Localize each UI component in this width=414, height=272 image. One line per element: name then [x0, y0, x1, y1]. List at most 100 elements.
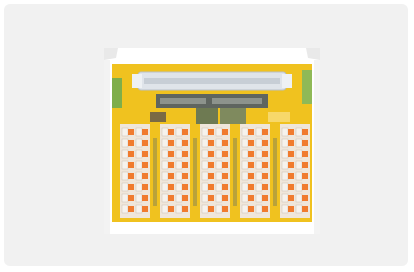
terminal-lever: [121, 127, 129, 137]
terminal-lever: [121, 182, 129, 192]
terminal-lever: [121, 149, 129, 159]
terminal-lever: [121, 160, 129, 170]
terminal-lever: [201, 127, 209, 137]
terminal-orange-clamp: [208, 173, 214, 179]
terminal-lever: [135, 138, 143, 148]
terminal-orange-clamp: [288, 162, 294, 168]
terminal-lever: [135, 149, 143, 159]
terminal-orange-clamp: [168, 173, 174, 179]
terminal-orange-clamp: [208, 206, 214, 212]
terminal-lever: [201, 171, 209, 181]
terminal-lever: [255, 171, 263, 181]
terminal-lever: [121, 138, 129, 148]
terminal-lever: [255, 204, 263, 214]
terminal-module-illustration: [104, 48, 320, 234]
terminal-orange-clamp: [182, 140, 188, 146]
terminal-lever: [215, 182, 223, 192]
terminal-orange-clamp: [288, 173, 294, 179]
block-separator: [153, 138, 157, 206]
terminal-lever: [295, 138, 303, 148]
terminal-orange-clamp: [168, 206, 174, 212]
terminal-lever: [161, 149, 169, 159]
product-image-card: [4, 4, 408, 266]
terminal-lever: [175, 204, 183, 214]
terminal-lever: [281, 138, 289, 148]
terminal-orange-clamp: [288, 140, 294, 146]
component-cluster-center: [196, 108, 218, 124]
terminal-orange-clamp: [168, 195, 174, 201]
terminal-lever: [175, 160, 183, 170]
terminal-lever: [135, 127, 143, 137]
terminal-lever: [201, 204, 209, 214]
terminal-lever: [281, 182, 289, 192]
terminal-lever: [281, 193, 289, 203]
terminal-lever: [175, 193, 183, 203]
terminal-orange-clamp: [248, 195, 254, 201]
terminal-orange-clamp: [222, 162, 228, 168]
terminal-orange-clamp: [128, 162, 134, 168]
terminal-orange-clamp: [208, 195, 214, 201]
terminal-lever: [241, 149, 249, 159]
side-rail-left: [104, 60, 110, 234]
terminal-orange-clamp: [248, 162, 254, 168]
terminal-orange-clamp: [262, 162, 268, 168]
terminal-lever: [215, 171, 223, 181]
terminal-lever: [201, 138, 209, 148]
terminal-lever: [215, 127, 223, 137]
terminal-lever: [161, 182, 169, 192]
terminal-orange-clamp: [288, 206, 294, 212]
terminal-orange-clamp: [142, 173, 148, 179]
terminal-lever: [241, 160, 249, 170]
terminal-orange-clamp: [128, 206, 134, 212]
terminal-orange-clamp: [142, 195, 148, 201]
terminal-block: [200, 124, 230, 218]
connector-latch-left: [132, 74, 142, 88]
terminal-lever: [281, 127, 289, 137]
terminal-orange-clamp: [208, 151, 214, 157]
terminal-orange-clamp: [262, 195, 268, 201]
terminal-lever: [135, 182, 143, 192]
terminal-lever: [161, 193, 169, 203]
terminal-lever: [161, 127, 169, 137]
terminal-lever: [215, 138, 223, 148]
terminal-orange-clamp: [128, 184, 134, 190]
terminal-orange-clamp: [248, 173, 254, 179]
terminal-orange-clamp: [222, 206, 228, 212]
connector-latch-right: [282, 74, 292, 88]
terminal-lever: [135, 193, 143, 203]
green-strip-right: [302, 70, 312, 104]
terminal-orange-clamp: [262, 129, 268, 135]
terminal-orange-clamp: [182, 129, 188, 135]
terminal-lever: [241, 182, 249, 192]
product-photo: [104, 48, 320, 234]
terminal-lever: [161, 160, 169, 170]
bottom-base: [112, 222, 312, 230]
terminal-orange-clamp: [168, 140, 174, 146]
terminal-lever: [201, 149, 209, 159]
terminal-orange-clamp: [248, 184, 254, 190]
terminal-lever: [175, 138, 183, 148]
terminal-lever: [201, 182, 209, 192]
terminal-orange-clamp: [128, 151, 134, 157]
terminal-lever: [255, 160, 263, 170]
terminal-orange-clamp: [288, 129, 294, 135]
terminal-lever: [295, 182, 303, 192]
terminal-orange-clamp: [222, 173, 228, 179]
terminal-block: [120, 124, 150, 218]
terminal-orange-clamp: [302, 140, 308, 146]
terminal-orange-clamp: [262, 140, 268, 146]
terminal-lever: [161, 171, 169, 181]
terminal-lever: [135, 171, 143, 181]
terminal-lever: [295, 127, 303, 137]
terminal-lever: [281, 149, 289, 159]
terminal-block: [280, 124, 310, 218]
terminal-orange-clamp: [302, 195, 308, 201]
terminal-orange-clamp: [222, 184, 228, 190]
terminal-orange-clamp: [182, 162, 188, 168]
terminal-lever: [255, 149, 263, 159]
terminal-lever: [121, 171, 129, 181]
connector-pins: [144, 78, 280, 84]
terminal-lever: [295, 149, 303, 159]
terminal-orange-clamp: [142, 162, 148, 168]
terminal-lever: [255, 127, 263, 137]
